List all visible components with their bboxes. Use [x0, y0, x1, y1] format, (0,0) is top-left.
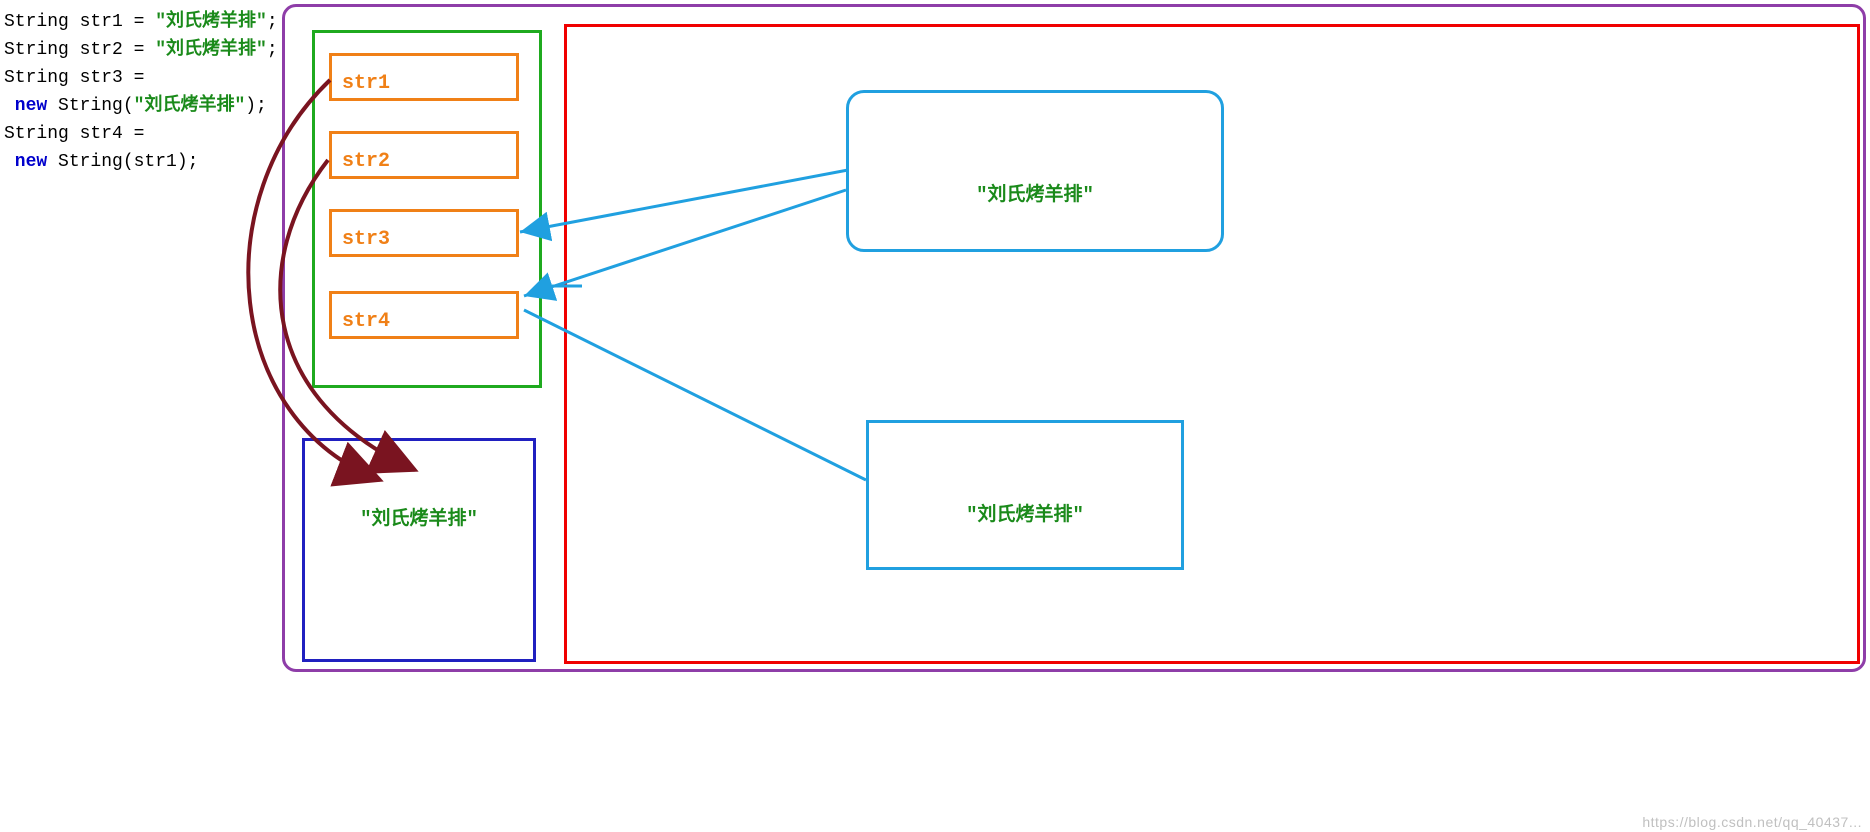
code-token: String( — [58, 96, 134, 116]
code-token: String — [4, 12, 69, 32]
watermark: https://blog.csdn.net/qq_40437... — [1642, 814, 1862, 830]
stack-area: str1 str2 str3 str4 — [312, 30, 542, 388]
stack-var-str1: str1 — [329, 53, 519, 101]
code-token: ; — [267, 12, 278, 32]
code-token: String — [4, 68, 69, 88]
code-token: = — [123, 124, 145, 144]
code-token: String — [4, 124, 69, 144]
stack-var-str2: str2 — [329, 131, 519, 179]
heap-object-2: "刘氏烤羊排" — [866, 420, 1184, 570]
code-token: str1 — [80, 12, 123, 32]
string-pool: "刘氏烤羊排" — [302, 438, 536, 662]
code-token: new — [4, 152, 58, 172]
heap-object-1: "刘氏烤羊排" — [846, 90, 1224, 252]
code-token: new — [4, 96, 58, 116]
code-token: str3 — [80, 68, 123, 88]
code-token: = — [123, 40, 155, 60]
code-token: = — [123, 68, 145, 88]
code-token: ; — [267, 40, 278, 60]
stack-var-str3: str3 — [329, 209, 519, 257]
code-block: String str1 = "刘氏烤羊排"; String str2 = "刘氏… — [4, 8, 278, 176]
code-token: "刘氏烤羊排" — [155, 12, 267, 32]
code-token: ); — [245, 96, 267, 116]
code-token: String — [4, 40, 69, 60]
code-token: = — [123, 12, 155, 32]
code-token: str4 — [80, 124, 123, 144]
code-token: str2 — [80, 40, 123, 60]
stack-var-str4: str4 — [329, 291, 519, 339]
code-token: "刘氏烤羊排" — [155, 40, 267, 60]
code-token: "刘氏烤羊排" — [134, 96, 246, 116]
code-token: String(str1); — [58, 152, 198, 172]
